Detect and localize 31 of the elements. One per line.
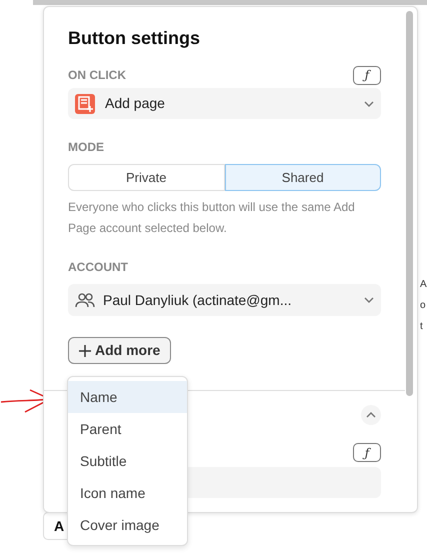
menu-item[interactable]: Parent: [68, 413, 187, 445]
background-text: o: [420, 299, 427, 313]
add-more-button[interactable]: Add more: [68, 337, 172, 364]
menu-item[interactable]: Icon name: [68, 477, 187, 509]
chevron-down-icon: [364, 100, 374, 106]
background-text: A: [420, 278, 427, 292]
formula-button[interactable]: ƒ: [353, 66, 381, 84]
formula-button[interactable]: ƒ: [353, 443, 381, 462]
menu-item[interactable]: Name: [68, 381, 187, 413]
page-add-icon: [75, 94, 95, 114]
select-value: Paul Danyliuk (actinate@gm...: [103, 290, 293, 310]
panel-title: Button settings: [68, 27, 201, 49]
people-icon: [75, 292, 95, 308]
section-label: ACCOUNT: [68, 259, 129, 275]
chevron-down-icon: [364, 297, 374, 303]
menu-item[interactable]: Cover image: [68, 509, 187, 541]
section-label: MODE: [68, 139, 105, 155]
scrollbar-thumb[interactable]: [406, 11, 413, 396]
background-text: t: [420, 320, 424, 334]
collapse-button[interactable]: [361, 405, 381, 425]
account-select[interactable]: Paul Danyliuk (actinate@gm...: [68, 284, 381, 316]
select-value: Add page: [105, 94, 166, 113]
mode-hint: Everyone who clicks this button will use the same Add Page account selected below.: [68, 199, 356, 237]
background-button[interactable]: A: [43, 512, 67, 540]
chevron-up-icon: [366, 412, 376, 418]
mode-option[interactable]: Private: [68, 164, 224, 191]
menu-item[interactable]: Subtitle: [68, 445, 187, 477]
action-select[interactable]: Add page: [68, 88, 381, 119]
section-label: ON CLICK: [68, 67, 126, 84]
plus-icon: [79, 344, 91, 356]
mode-option[interactable]: Shared: [224, 164, 381, 191]
